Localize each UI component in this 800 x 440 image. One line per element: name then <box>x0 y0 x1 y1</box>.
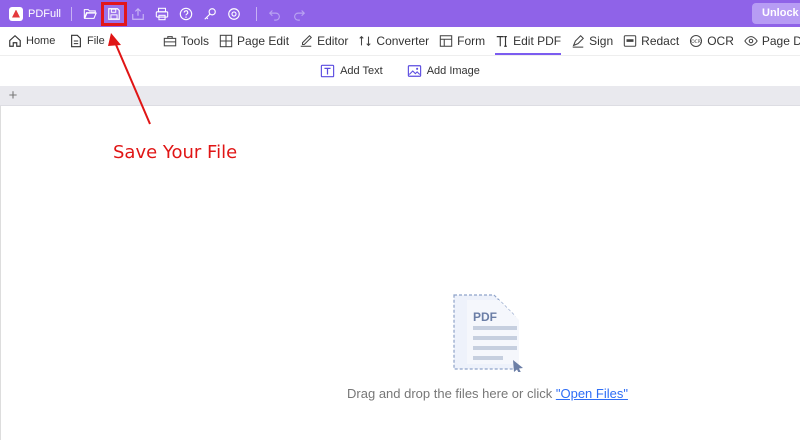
menu-bar: Home File Tools Page Edit Editor Convert… <box>0 27 800 55</box>
tab-form[interactable]: Form <box>439 27 485 55</box>
tab-redact-label: Redact <box>641 34 680 48</box>
redact-icon <box>623 35 637 47</box>
save-icon[interactable] <box>101 1 128 26</box>
add-text-label: Add Text <box>340 65 383 77</box>
text-cursor-icon <box>496 36 507 47</box>
help-icon[interactable] <box>174 3 198 25</box>
add-tab-icon[interactable]: + <box>6 87 20 104</box>
tab-page-edit[interactable]: Page Edit <box>219 27 289 55</box>
redo-icon[interactable] <box>287 3 311 25</box>
app-logo-icon <box>9 6 23 21</box>
svg-text:OCR: OCR <box>691 39 701 45</box>
tab-converter-label: Converter <box>376 34 430 48</box>
tab-page-display-label: Page Display <box>761 34 800 48</box>
undo-icon[interactable] <box>263 3 287 25</box>
app-name: PDFull <box>28 7 62 20</box>
tab-edit-pdf[interactable]: Edit PDF <box>495 29 562 55</box>
tab-tools[interactable]: Tools <box>163 27 209 55</box>
open-files-link[interactable]: "Open Files" <box>556 386 628 401</box>
home-icon <box>9 34 21 47</box>
export-icon[interactable] <box>126 3 150 25</box>
file-icon <box>71 34 81 48</box>
add-image-button[interactable]: Add Image <box>407 64 480 78</box>
document-tab-strip: + <box>0 86 800 106</box>
sign-icon <box>572 35 585 48</box>
menu-file[interactable]: File <box>69 27 105 55</box>
tab-form-label: Form <box>457 34 486 48</box>
folder-open-icon[interactable] <box>78 3 102 25</box>
unlock-button[interactable]: Unlock F <box>752 3 800 24</box>
tab-edit-pdf-label: Edit PDF <box>513 34 562 48</box>
tab-redact[interactable]: Redact <box>623 27 679 55</box>
tool-tabs: Tools Page Edit Editor Converter Form Ed… <box>163 27 800 55</box>
tab-ocr-label: OCR <box>707 34 734 48</box>
converter-icon <box>359 35 372 47</box>
print-icon[interactable] <box>150 3 174 25</box>
ocr-icon: OCR <box>690 34 703 48</box>
menu-home[interactable]: Home <box>8 27 55 55</box>
tab-editor[interactable]: Editor <box>299 27 348 55</box>
tab-sign-label: Sign <box>589 34 614 48</box>
drop-hint: Drag and drop the files here or click "O… <box>0 386 800 401</box>
settings-icon[interactable] <box>222 3 246 25</box>
add-image-label: Add Image <box>426 65 480 77</box>
editor-icon <box>300 35 313 47</box>
pdf-badge: PDF <box>473 310 497 324</box>
menu-file-label: File <box>87 35 105 47</box>
tab-tools-label: Tools <box>181 34 210 48</box>
title-bar: PDFull Unlock F <box>0 0 800 27</box>
title-divider <box>256 6 258 21</box>
add-text-icon <box>320 64 335 78</box>
add-text-button[interactable]: Add Text <box>320 64 383 78</box>
add-image-icon <box>407 65 421 77</box>
page-edit-icon <box>219 34 233 48</box>
tab-sign[interactable]: Sign <box>571 27 613 55</box>
tab-ocr[interactable]: OCR OCR <box>689 27 734 55</box>
tab-page-edit-label: Page Edit <box>237 34 290 48</box>
annotation-label: Save Your File <box>113 142 238 163</box>
title-divider <box>71 6 73 21</box>
key-icon[interactable] <box>198 3 222 25</box>
tab-converter[interactable]: Converter <box>358 27 429 55</box>
eye-icon <box>744 36 758 46</box>
form-icon <box>439 35 453 47</box>
edit-pdf-toolbar: Add Text Add Image <box>0 55 800 86</box>
tab-page-display[interactable]: Page Display <box>744 27 800 55</box>
drop-hint-text: Drag and drop the files here or click <box>347 386 556 401</box>
tab-editor-label: Editor <box>317 34 349 48</box>
pdf-file-illustration <box>453 294 523 372</box>
toolbox-icon <box>163 36 177 47</box>
menu-home-label: Home <box>26 35 56 47</box>
